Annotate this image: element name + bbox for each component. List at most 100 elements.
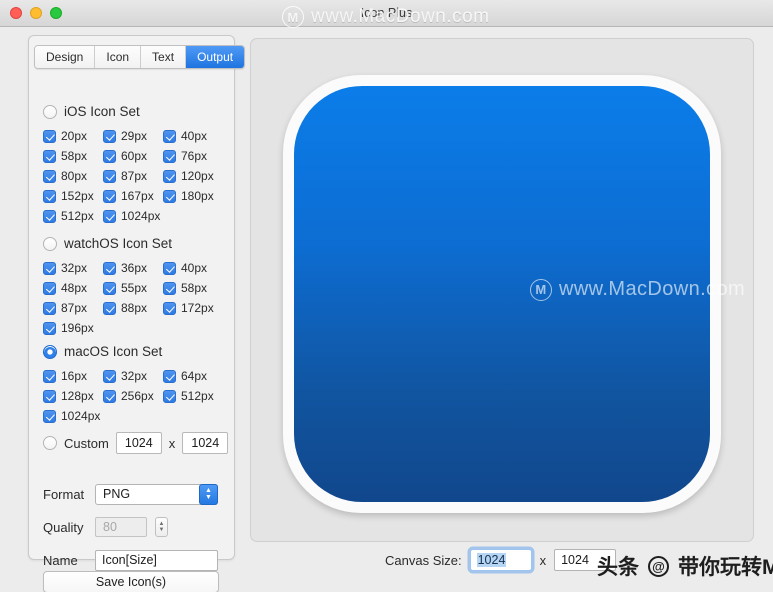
- name-input[interactable]: Icon[Size]: [95, 549, 218, 571]
- checkbox-watchos-0[interactable]: 32px: [43, 258, 103, 278]
- checkbox-macos-2[interactable]: 64px: [163, 366, 223, 386]
- size-label: 58px: [61, 149, 88, 163]
- export-form: Format PNG ▲ ▼ Quality 80 ▲ ▼ Name Icon[…: [43, 480, 223, 579]
- check-icon: [163, 169, 176, 183]
- checkbox-ios-2[interactable]: 40px: [163, 126, 223, 146]
- ios-size-grid: 20px 29px 40px 58px 60px 76px 80px 87px …: [43, 126, 225, 226]
- icon-artwork: [294, 86, 710, 502]
- radio-ios-icon-set[interactable]: [43, 104, 57, 119]
- check-icon: [103, 369, 116, 383]
- checkbox-watchos-5[interactable]: 58px: [163, 278, 223, 298]
- checkbox-watchos-1[interactable]: 36px: [103, 258, 163, 278]
- size-label: 87px: [121, 169, 148, 183]
- chevron-up: ▲: [205, 487, 212, 494]
- checkbox-macos-1[interactable]: 32px: [103, 366, 163, 386]
- output-settings-panel: Design Icon Text Output iOS Icon Set 20p…: [28, 35, 246, 592]
- macos-size-grid: 16px 32px 64px 128px 256px 512px 1024px: [43, 366, 225, 426]
- check-icon: [103, 281, 116, 295]
- checkbox-macos-3[interactable]: 128px: [43, 386, 103, 406]
- check-icon: [43, 189, 56, 203]
- check-icon: [163, 369, 176, 383]
- custom-height-input[interactable]: 1024: [182, 432, 229, 454]
- checkbox-ios-8[interactable]: 120px: [163, 166, 223, 186]
- checkbox-watchos-3[interactable]: 48px: [43, 278, 103, 298]
- check-icon: [103, 389, 116, 403]
- radio-watchos-icon-set[interactable]: [43, 236, 57, 251]
- checkbox-ios-13[interactable]: 1024px: [103, 206, 163, 226]
- custom-width-input[interactable]: 1024: [115, 432, 162, 454]
- canvas-separator: x: [539, 552, 547, 568]
- checkbox-ios-6[interactable]: 80px: [43, 166, 103, 186]
- section-watchos-icon-set: watchOS Icon Set 32px 36px 40px 48px 55p…: [43, 236, 225, 338]
- size-label: 152px: [61, 189, 94, 203]
- checkbox-macos-4[interactable]: 256px: [103, 386, 163, 406]
- ios-section-header[interactable]: iOS Icon Set: [43, 104, 225, 119]
- check-icon: [163, 301, 176, 315]
- chevron-updown-icon[interactable]: ▲ ▼: [199, 483, 218, 505]
- tab-icon[interactable]: Icon: [95, 46, 142, 68]
- size-label: 20px: [61, 129, 88, 143]
- watchos-size-grid: 32px 36px 40px 48px 55px 58px 87px 88px …: [43, 258, 225, 338]
- size-label: 1024px: [121, 209, 161, 223]
- size-label: 58px: [181, 281, 208, 295]
- size-label: 87px: [61, 301, 88, 315]
- section-ios-icon-set: iOS Icon Set 20px 29px 40px 58px 60px 76…: [43, 104, 225, 226]
- checkbox-watchos-8[interactable]: 172px: [163, 298, 223, 318]
- canvas-width-value: 1024: [476, 553, 507, 567]
- checkbox-ios-1[interactable]: 29px: [103, 126, 163, 146]
- format-row: Format PNG ▲ ▼: [43, 480, 223, 508]
- format-select[interactable]: PNG ▲ ▼: [95, 483, 218, 505]
- checkbox-ios-5[interactable]: 76px: [163, 146, 223, 166]
- save-icons-button[interactable]: Save Icon(s): [43, 571, 219, 592]
- radio-custom[interactable]: [43, 436, 57, 450]
- size-label: 16px: [61, 369, 88, 383]
- checkbox-ios-11[interactable]: 180px: [163, 186, 223, 206]
- quality-stepper[interactable]: ▲ ▼: [155, 517, 168, 537]
- size-label: 55px: [121, 281, 148, 295]
- size-label: 180px: [181, 189, 214, 203]
- checkbox-watchos-7[interactable]: 88px: [103, 298, 163, 318]
- macos-section-header[interactable]: macOS Icon Set: [43, 344, 225, 359]
- checkbox-ios-0[interactable]: 20px: [43, 126, 103, 146]
- radio-macos-icon-set[interactable]: [43, 344, 57, 359]
- checkbox-watchos-6[interactable]: 87px: [43, 298, 103, 318]
- checkbox-ios-7[interactable]: 87px: [103, 166, 163, 186]
- tab-text[interactable]: Text: [141, 46, 187, 68]
- size-label: 88px: [121, 301, 148, 315]
- format-value: PNG: [103, 487, 131, 501]
- macos-section-label: macOS Icon Set: [64, 344, 163, 359]
- size-label: 256px: [121, 389, 154, 403]
- watchos-section-header[interactable]: watchOS Icon Set: [43, 236, 225, 251]
- check-icon: [103, 261, 116, 275]
- checkbox-ios-3[interactable]: 58px: [43, 146, 103, 166]
- checkbox-watchos-9[interactable]: 196px: [43, 318, 103, 338]
- size-label: 40px: [181, 261, 208, 275]
- check-icon: [43, 301, 56, 315]
- tab-design[interactable]: Design: [35, 46, 96, 68]
- size-label: 64px: [181, 369, 208, 383]
- custom-size-row: Custom 1024 x 1024: [43, 432, 229, 454]
- checkbox-ios-12[interactable]: 512px: [43, 206, 103, 226]
- checkbox-watchos-4[interactable]: 55px: [103, 278, 163, 298]
- canvas-height-input[interactable]: 1024: [554, 549, 617, 571]
- ios-section-label: iOS Icon Set: [64, 104, 140, 119]
- check-icon: [43, 149, 56, 163]
- tab-output[interactable]: Output: [186, 46, 245, 68]
- checkbox-watchos-2[interactable]: 40px: [163, 258, 223, 278]
- checkbox-macos-6[interactable]: 1024px: [43, 406, 103, 426]
- quality-input[interactable]: 80: [95, 517, 147, 537]
- checkbox-ios-10[interactable]: 167px: [103, 186, 163, 206]
- icon-preview-frame[interactable]: [283, 75, 721, 513]
- checkbox-ios-4[interactable]: 60px: [103, 146, 163, 166]
- size-label: 196px: [61, 321, 94, 335]
- checkbox-macos-5[interactable]: 512px: [163, 386, 223, 406]
- size-label: 120px: [181, 169, 214, 183]
- check-icon: [163, 389, 176, 403]
- canvas-width-input[interactable]: 1024: [469, 549, 532, 571]
- checkbox-macos-0[interactable]: 16px: [43, 366, 103, 386]
- checkbox-ios-9[interactable]: 152px: [43, 186, 103, 206]
- tab-bar: Design Icon Text Output: [34, 45, 246, 69]
- check-icon: [163, 281, 176, 295]
- size-label: 29px: [121, 129, 148, 143]
- quality-row: Quality 80 ▲ ▼: [43, 513, 223, 541]
